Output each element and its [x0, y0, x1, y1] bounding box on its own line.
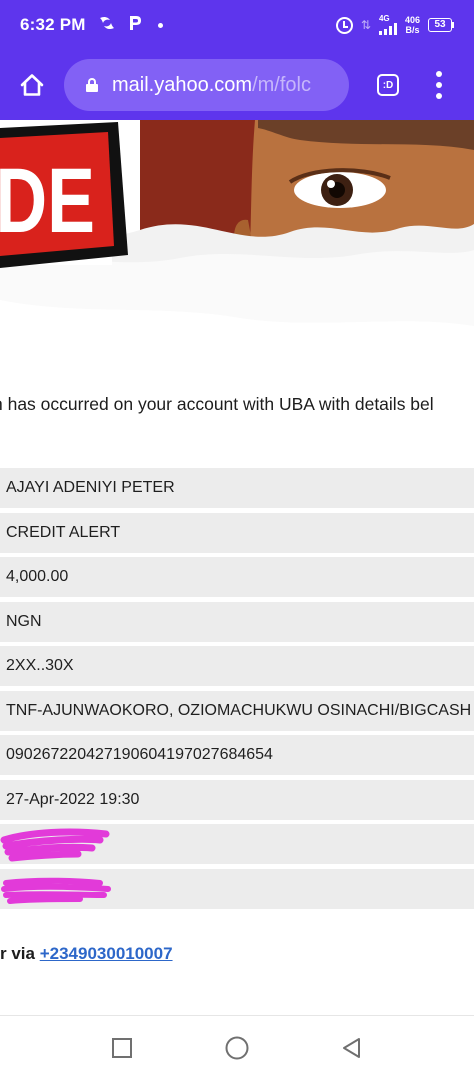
tabs-button[interactable]: :D — [357, 50, 419, 120]
detail-row-narration: TNF-AJUNWAOKORO, OZIOMACHUKWU OSINACHI/B… — [0, 690, 474, 731]
home-button[interactable] — [0, 50, 64, 120]
transaction-details-table: AJAYI ADENIYI PETER CREDIT ALERT 4,000.0… — [0, 468, 474, 913]
speed-value: 406 — [404, 15, 420, 25]
browser-toolbar: mail.yahoo.com/m/folc :D — [0, 50, 474, 120]
network-type: 4G — [378, 14, 390, 23]
contact-phone-link[interactable]: +2349030010007 — [40, 944, 173, 963]
vpn-icon — [98, 15, 116, 36]
overflow-menu-button[interactable] — [419, 50, 459, 120]
detail-row-reference: 09026722042719060419702768465​4 — [0, 735, 474, 775]
redaction-scribble — [0, 828, 110, 862]
email-banner-image: DE — [0, 120, 474, 342]
circle-icon — [225, 1036, 249, 1060]
alarm-icon — [335, 16, 353, 34]
back-button[interactable] — [338, 1034, 366, 1062]
detail-row-redacted-2 — [0, 868, 474, 909]
redaction-scribble — [1, 877, 111, 904]
svg-text:DE: DE — [0, 149, 95, 252]
home-icon — [20, 74, 44, 96]
navigation-bar — [0, 1015, 474, 1080]
url-path: /m/folc — [252, 73, 311, 96]
triangle-back-icon — [343, 1038, 360, 1058]
detail-row-date: 27-Apr-2022 19:30 — [0, 779, 474, 820]
lock-icon — [86, 78, 98, 92]
detail-row-account-number: 2XX..30X — [0, 646, 474, 686]
data-arrows-icon: ⇅ — [360, 18, 371, 32]
status-bar: 6:32 PM ⇅ 4G 406 B/s 53 — [0, 0, 474, 50]
status-time: 6:32 PM — [20, 15, 86, 34]
detail-row-redacted-1 — [0, 824, 474, 864]
square-icon — [112, 1038, 132, 1058]
intro-sentence: n has occurred on your account with UBA … — [0, 394, 434, 414]
recents-button[interactable] — [108, 1034, 136, 1062]
p-app-icon — [128, 15, 142, 36]
detail-row-amount: 4,000.00 — [0, 557, 474, 597]
detail-row-account-name: AJAYI ADENIYI PETER — [0, 468, 474, 508]
address-bar[interactable]: mail.yahoo.com/m/folc — [64, 59, 349, 111]
detail-row-currency: NGN — [0, 601, 474, 642]
speed-unit: B/s — [405, 25, 420, 35]
battery-level: 53 — [428, 18, 452, 32]
contact-line: r via +2349030010007 — [0, 944, 474, 968]
email-intro-text: n has occurred on your account with UBA … — [0, 394, 474, 420]
signal-icon: 4G — [378, 14, 397, 35]
notification-dot-icon — [157, 22, 163, 28]
detail-row-transaction-type: CREDIT ALERT — [0, 512, 474, 553]
network-speed: 406 B/s — [405, 15, 420, 35]
url-host: mail.yahoo.com — [112, 73, 253, 96]
status-right: ⇅ 4G 406 B/s 53 — [335, 14, 454, 35]
status-left-icons — [98, 15, 163, 36]
home-nav-button[interactable] — [223, 1034, 251, 1062]
tabs-icon: :D — [377, 74, 399, 96]
contact-prefix: r via — [0, 944, 40, 963]
battery-icon: 53 — [428, 18, 454, 32]
